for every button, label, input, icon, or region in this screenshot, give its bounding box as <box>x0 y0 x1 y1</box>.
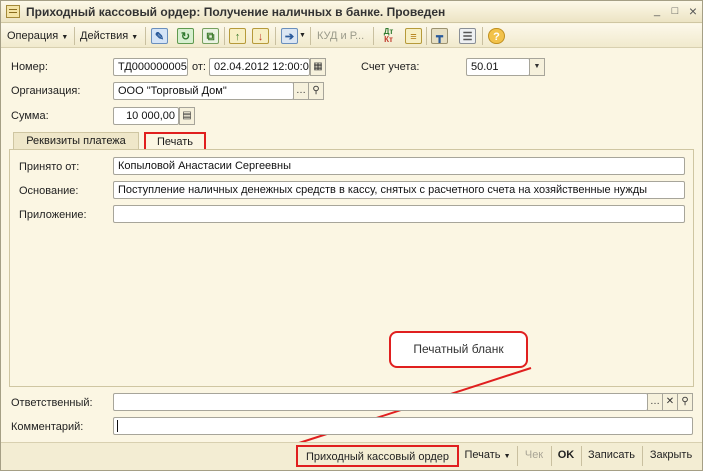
bottom-divider <box>581 446 582 466</box>
operation-menu-label: Операция <box>7 30 59 42</box>
sum-field[interactable]: 10 000,00 <box>113 107 179 125</box>
chevron-down-icon: ▼ <box>61 34 69 41</box>
chevron-down-icon[interactable]: ▼ <box>299 27 306 45</box>
check-button[interactable]: Чек <box>519 445 549 467</box>
received-from-label: Принято от: <box>19 161 80 173</box>
actions-menu-label: Действия <box>80 30 129 42</box>
toolbar-divider <box>224 27 225 45</box>
text-cursor <box>117 420 118 432</box>
calculator-icon[interactable]: ▤ <box>179 107 195 125</box>
post-document-icon[interactable]: ↑ <box>229 28 246 44</box>
actions-menu[interactable]: Действия ▼ <box>80 27 138 45</box>
copy-document-icon[interactable]: ⧉ <box>202 28 219 44</box>
search-icon[interactable]: ⚲ <box>677 393 693 411</box>
sum-label: Сумма: <box>11 110 49 122</box>
account-label: Счет учета: <box>361 61 420 73</box>
help-icon[interactable]: ? <box>488 28 505 44</box>
toolbar-divider <box>426 27 427 45</box>
number-label: Номер: <box>11 61 48 73</box>
comment-field[interactable] <box>113 417 693 435</box>
bottom-divider <box>642 446 643 466</box>
date-field[interactable]: 02.04.2012 12:00:00 <box>209 58 310 76</box>
toolbar-divider <box>74 27 75 45</box>
date-label: от: <box>192 61 206 73</box>
dt-kt-icon[interactable]: Дт Кт <box>380 28 397 44</box>
minimize-button[interactable]: _ <box>649 4 665 20</box>
number-field[interactable]: ТД000000005 <box>113 58 188 76</box>
ok-button[interactable]: OK <box>553 445 579 467</box>
edit-document-icon[interactable]: ✎ <box>151 28 168 44</box>
ellipsis-icon[interactable]: … <box>293 82 309 100</box>
maximize-button[interactable]: □ <box>667 4 683 20</box>
unpost-document-icon[interactable]: ↓ <box>252 28 269 44</box>
toolbar-divider <box>373 27 374 45</box>
print-menu-label: Печать <box>464 449 501 461</box>
kt-label: Кт <box>384 35 393 44</box>
close-button[interactable]: Закрыть <box>644 445 698 467</box>
refresh-icon[interactable]: ↻ <box>177 28 194 44</box>
print-form-button[interactable]: Приходный кассовый ордер <box>296 445 459 467</box>
clear-icon[interactable]: ✕ <box>662 393 678 411</box>
title-bar: Приходный кассовый ордер: Получение нали… <box>1 1 702 23</box>
chevron-down-icon: ▼ <box>131 34 139 41</box>
list-icon[interactable]: ☰ <box>459 28 476 44</box>
toolbar-divider <box>145 27 146 45</box>
toolbar-divider <box>482 27 483 45</box>
received-from-field[interactable]: Копыловой Анастасии Сергеевны <box>113 157 685 175</box>
document-icon <box>6 5 20 18</box>
print-menu-button[interactable]: Печать ▼ <box>461 445 514 467</box>
basis-label: Основание: <box>19 185 79 197</box>
bottom-divider <box>517 446 518 466</box>
responsible-field[interactable] <box>113 393 648 411</box>
calendar-icon[interactable]: ▦ <box>310 58 326 76</box>
ellipsis-icon[interactable]: … <box>647 393 663 411</box>
callout-print-form: Печатный бланк <box>389 331 528 368</box>
kud-button[interactable]: КУД и Р... <box>317 27 364 45</box>
toolbar: Операция ▼ Действия ▼ ✎ ↻ ⧉ ↑ ↓ ➔ ▼ КУД … <box>1 24 702 48</box>
structure-icon[interactable]: ┳ <box>431 28 448 44</box>
tab-payment-details[interactable]: Реквизиты платежа <box>13 132 139 150</box>
basis-field[interactable]: Поступление наличных денежных средств в … <box>113 181 685 199</box>
comment-label: Комментарий: <box>11 421 84 433</box>
window-title: Приходный кассовый ордер: Получение нали… <box>26 5 446 19</box>
operation-menu[interactable]: Операция ▼ <box>7 27 68 45</box>
toolbar-divider <box>310 27 311 45</box>
chevron-down-icon[interactable]: ▼ <box>529 58 545 76</box>
document-window: Приходный кассовый ордер: Получение нали… <box>0 0 703 471</box>
close-window-button[interactable]: × <box>685 4 701 20</box>
save-button[interactable]: Записать <box>583 445 640 467</box>
responsible-label: Ответственный: <box>11 397 93 409</box>
attachment-field[interactable] <box>113 205 685 223</box>
attachment-label: Приложение: <box>19 209 87 221</box>
create-based-on-icon[interactable]: ➔ <box>281 28 298 44</box>
toolbar-divider <box>275 27 276 45</box>
organization-field[interactable]: ООО "Торговый Дом" <box>113 82 294 100</box>
account-select[interactable]: 50.01 <box>466 58 530 76</box>
bottom-divider <box>551 446 552 466</box>
chevron-down-icon: ▼ <box>503 453 511 460</box>
search-icon[interactable]: ⚲ <box>308 82 324 100</box>
journal-icon[interactable]: ≡ <box>405 28 422 44</box>
organization-label: Организация: <box>11 85 81 97</box>
